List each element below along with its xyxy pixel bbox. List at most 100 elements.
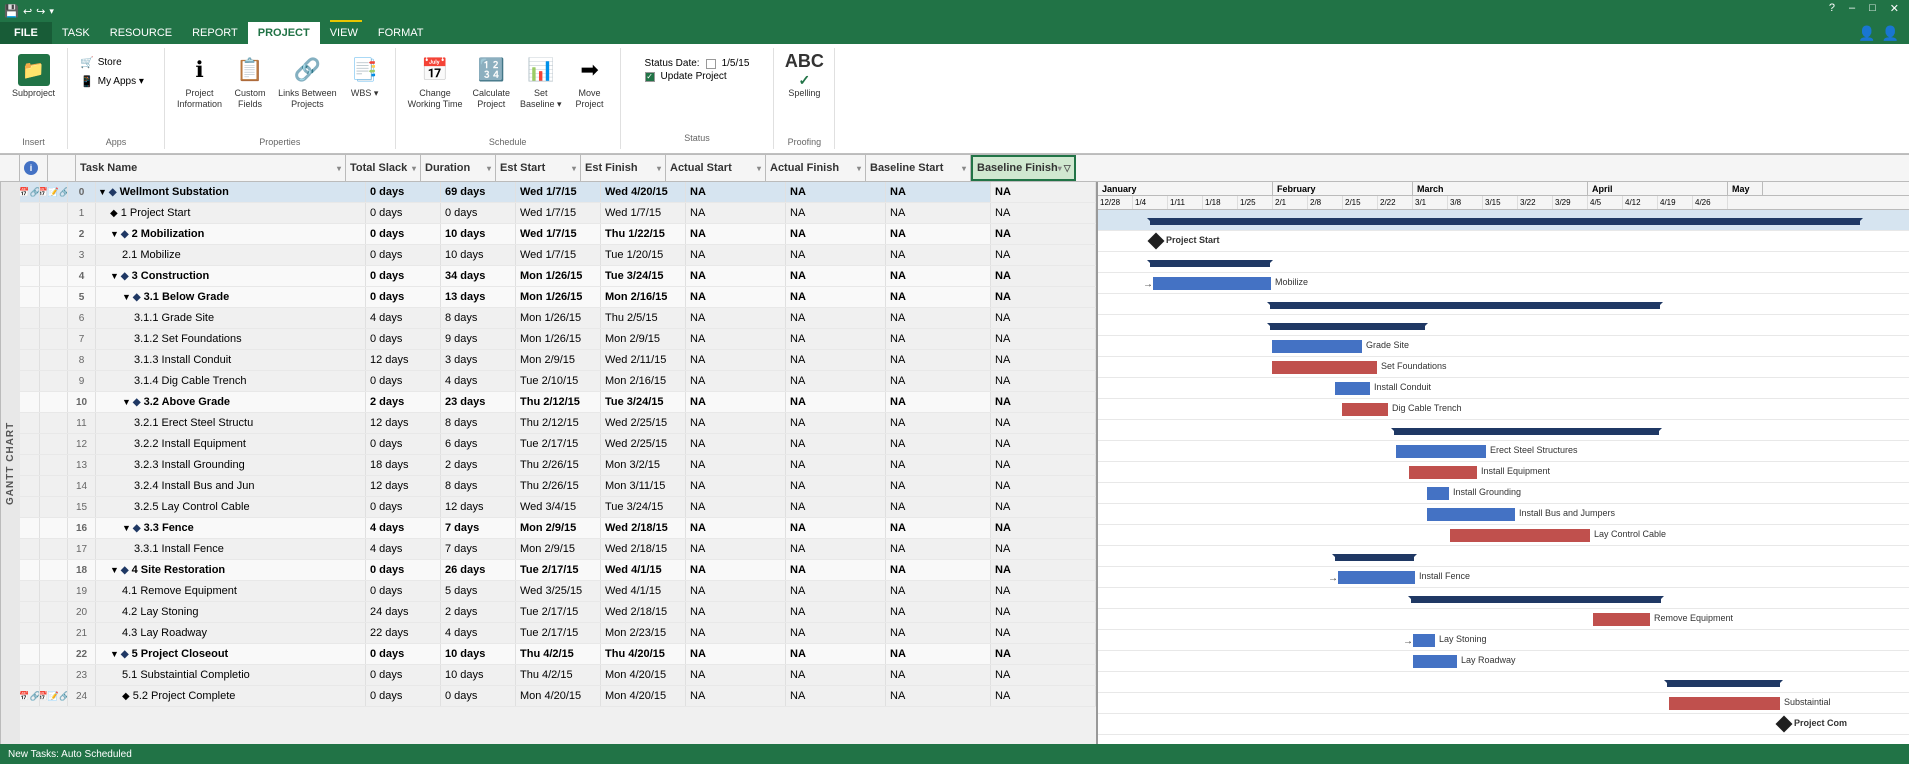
table-row[interactable]: 1◆1 Project Start0 days0 daysWed 1/7/15W…	[20, 203, 1096, 224]
tab-task[interactable]: TASK	[52, 22, 100, 44]
row-task-name[interactable]: ▼◆3.3 Fence	[96, 518, 366, 538]
update-project-label[interactable]: Update Project	[661, 71, 727, 82]
row-task-name[interactable]: ◆1 Project Start	[96, 203, 366, 223]
col-header-baseline-finish[interactable]: Baseline Finish ▾ ▽	[971, 155, 1076, 181]
row-task-name[interactable]: 3.1.4 Dig Cable Trench	[96, 371, 366, 391]
actual-start-dropdown-icon[interactable]: ▾	[757, 164, 761, 173]
col-header-est-start[interactable]: Est Start ▾	[496, 155, 581, 181]
tab-format[interactable]: FORMAT	[368, 22, 434, 44]
table-row[interactable]: 73.1.2 Set Foundations0 days9 daysMon 1/…	[20, 329, 1096, 350]
row-task-name[interactable]: 3.1.2 Set Foundations	[96, 329, 366, 349]
row-task-name[interactable]: ▼◆Wellmont Substation	[96, 182, 366, 202]
table-row[interactable]: 214.3 Lay Roadway22 days4 daysTue 2/17/1…	[20, 623, 1096, 644]
actual-finish-dropdown-icon[interactable]: ▾	[857, 164, 861, 173]
tab-file[interactable]: FILE	[0, 22, 52, 44]
wbs-button[interactable]: 📑 WBS ▾	[343, 52, 387, 101]
baseline-finish-dropdown-icon[interactable]: ▾	[1058, 164, 1062, 173]
minimize-button[interactable]: –	[1843, 2, 1861, 15]
col-header-actual-start[interactable]: Actual Start ▾	[666, 155, 766, 181]
move-project-button[interactable]: ➡ MoveProject	[568, 52, 612, 112]
table-row[interactable]: 194.1 Remove Equipment0 days5 daysWed 3/…	[20, 581, 1096, 602]
redo-icon[interactable]: ↪	[36, 5, 45, 18]
row-task-name[interactable]: 3.1.1 Grade Site	[96, 308, 366, 328]
change-working-time-button[interactable]: 📅 ChangeWorking Time	[404, 52, 467, 112]
window-controls[interactable]: ? – □ ✕	[1823, 2, 1905, 15]
table-row[interactable]: 123.2.2 Install Equipment0 days6 daysTue…	[20, 434, 1096, 455]
row-task-name[interactable]: 5.1 Substaintial Completio	[96, 665, 366, 685]
table-row[interactable]: 2▼◆2 Mobilization0 days10 daysWed 1/7/15…	[20, 224, 1096, 245]
row-task-name[interactable]: 3.2.3 Install Grounding	[96, 455, 366, 475]
task-name-dropdown-icon[interactable]: ▾	[337, 164, 341, 173]
col-header-id[interactable]	[48, 155, 76, 181]
table-row[interactable]: 204.2 Lay Stoning24 days2 daysTue 2/17/1…	[20, 602, 1096, 623]
tab-resource[interactable]: RESOURCE	[100, 22, 182, 44]
row-task-name[interactable]: ▼◆3 Construction	[96, 266, 366, 286]
table-row[interactable]: 32.1 Mobilize0 days10 daysWed 1/7/15Tue …	[20, 245, 1096, 266]
duration-dropdown-icon[interactable]: ▾	[487, 164, 491, 173]
tab-project[interactable]: PROJECT	[248, 22, 320, 44]
tab-report[interactable]: REPORT	[182, 22, 248, 44]
table-row[interactable]: 📅🔗📅📝🔗24◆5.2 Project Complete0 days0 days…	[20, 686, 1096, 707]
subproject-button[interactable]: 📁 Subproject	[8, 52, 59, 101]
spelling-button[interactable]: ABC ✓ Spelling	[782, 52, 826, 101]
col-header-task-name[interactable]: Task Name ▾	[76, 155, 346, 181]
row-task-name[interactable]: ◆5.2 Project Complete	[96, 686, 366, 706]
undo-icon[interactable]: ↩	[23, 5, 32, 18]
project-information-button[interactable]: ℹ ProjectInformation	[173, 52, 226, 112]
col-header-actual-finish[interactable]: Actual Finish ▾	[766, 155, 866, 181]
table-row[interactable]: 18▼◆4 Site Restoration0 days26 daysTue 2…	[20, 560, 1096, 581]
sign-in-area[interactable]: 👤 👤	[1842, 25, 1909, 42]
table-row[interactable]: 133.2.3 Install Grounding18 days2 daysTh…	[20, 455, 1096, 476]
links-between-projects-button[interactable]: 🔗 Links BetweenProjects	[274, 52, 341, 112]
table-row[interactable]: 10▼◆3.2 Above Grade2 days23 daysThu 2/12…	[20, 392, 1096, 413]
baseline-start-dropdown-icon[interactable]: ▾	[962, 164, 966, 173]
table-row[interactable]: 93.1.4 Dig Cable Trench0 days4 daysTue 2…	[20, 371, 1096, 392]
customize-icon[interactable]: ▾	[49, 6, 54, 17]
col-header-duration[interactable]: Duration ▾	[421, 155, 496, 181]
row-task-name[interactable]: ▼◆2 Mobilization	[96, 224, 366, 244]
row-task-name[interactable]: 3.2.1 Erect Steel Structu	[96, 413, 366, 433]
row-task-name[interactable]: 3.3.1 Install Fence	[96, 539, 366, 559]
col-header-baseline-start[interactable]: Baseline Start ▾	[866, 155, 971, 181]
est-start-dropdown-icon[interactable]: ▾	[572, 164, 576, 173]
tab-view[interactable]: VIEW	[320, 22, 368, 44]
table-row[interactable]: 235.1 Substaintial Completio0 days10 day…	[20, 665, 1096, 686]
row-task-name[interactable]: ▼◆3.2 Above Grade	[96, 392, 366, 412]
row-task-name[interactable]: 4.1 Remove Equipment	[96, 581, 366, 601]
table-row[interactable]: 63.1.1 Grade Site4 days8 daysMon 1/26/15…	[20, 308, 1096, 329]
row-task-name[interactable]: 4.2 Lay Stoning	[96, 602, 366, 622]
row-task-name[interactable]: 3.2.2 Install Equipment	[96, 434, 366, 454]
row-task-name[interactable]: 2.1 Mobilize	[96, 245, 366, 265]
table-row[interactable]: 143.2.4 Install Bus and Jun12 days8 days…	[20, 476, 1096, 497]
total-slack-dropdown-icon[interactable]: ▾	[412, 164, 416, 173]
calculate-project-button[interactable]: 🔢 CalculateProject	[468, 52, 514, 112]
table-row[interactable]: 153.2.5 Lay Control Cable0 days12 daysWe…	[20, 497, 1096, 518]
save-icon[interactable]: 💾	[4, 4, 19, 18]
col-header-total-slack[interactable]: Total Slack ▾	[346, 155, 421, 181]
row-task-name[interactable]: ▼◆5 Project Closeout	[96, 644, 366, 664]
status-date-checkbox[interactable]	[706, 59, 716, 69]
my-apps-button[interactable]: 📱 My Apps ▾	[76, 73, 156, 90]
table-row[interactable]: 16▼◆3.3 Fence4 days7 daysMon 2/9/15Wed 2…	[20, 518, 1096, 539]
table-row[interactable]: 📅🔗📅📝🔗0▼◆Wellmont Substation0 days69 days…	[20, 182, 1096, 203]
col-header-est-finish[interactable]: Est Finish ▾	[581, 155, 666, 181]
close-button[interactable]: ✕	[1884, 2, 1905, 15]
help-button[interactable]: ?	[1823, 2, 1841, 15]
row-task-name[interactable]: 4.3 Lay Roadway	[96, 623, 366, 643]
update-project-checkbox[interactable]: ✓	[645, 72, 655, 82]
table-row[interactable]: 113.2.1 Erect Steel Structu12 days8 days…	[20, 413, 1096, 434]
row-task-name[interactable]: ▼◆3.1 Below Grade	[96, 287, 366, 307]
maximize-button[interactable]: □	[1863, 2, 1882, 15]
quick-access-toolbar[interactable]: 💾 ↩ ↪ ▾	[4, 4, 54, 18]
row-task-name[interactable]: 3.1.3 Install Conduit	[96, 350, 366, 370]
table-row[interactable]: 4▼◆3 Construction0 days34 daysMon 1/26/1…	[20, 266, 1096, 287]
row-task-name[interactable]: ▼◆4 Site Restoration	[96, 560, 366, 580]
table-row[interactable]: 83.1.3 Install Conduit12 days3 daysMon 2…	[20, 350, 1096, 371]
table-row[interactable]: 5▼◆3.1 Below Grade0 days13 daysMon 1/26/…	[20, 287, 1096, 308]
table-row[interactable]: 22▼◆5 Project Closeout0 days10 daysThu 4…	[20, 644, 1096, 665]
store-button[interactable]: 🛒 Store	[76, 54, 156, 71]
row-task-name[interactable]: 3.2.5 Lay Control Cable	[96, 497, 366, 517]
row-task-name[interactable]: 3.2.4 Install Bus and Jun	[96, 476, 366, 496]
custom-fields-button[interactable]: 📋 CustomFields	[228, 52, 272, 112]
table-row[interactable]: 173.3.1 Install Fence4 days7 daysMon 2/9…	[20, 539, 1096, 560]
